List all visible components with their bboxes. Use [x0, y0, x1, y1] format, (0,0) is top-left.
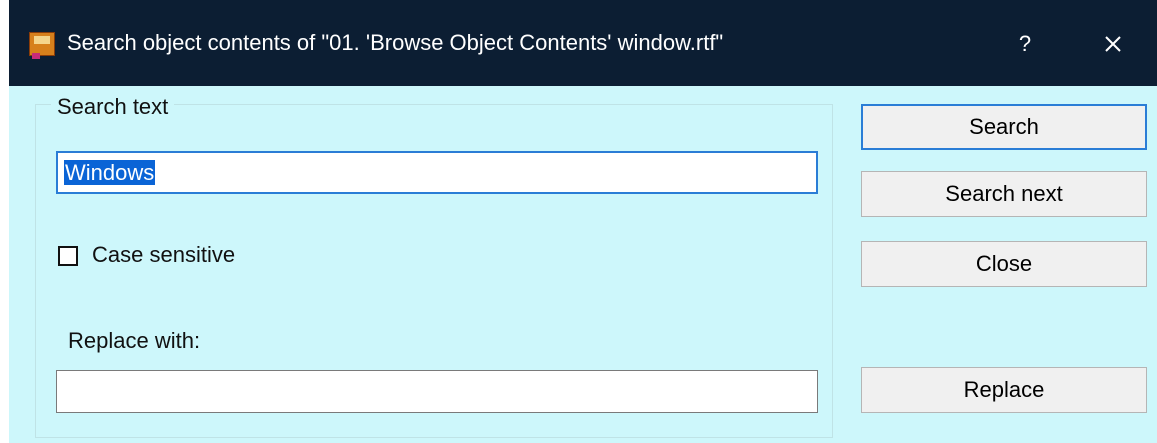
replace-with-label: Replace with:: [68, 328, 201, 353]
replace-input[interactable]: [56, 370, 818, 413]
replace-button[interactable]: Replace: [861, 367, 1147, 413]
search-input[interactable]: Windows: [56, 151, 818, 194]
title-bar[interactable]: Search object contents of "01. 'Browse O…: [9, 0, 1157, 86]
search-input-selected-text: Windows: [64, 160, 156, 185]
case-sensitive-label[interactable]: Case sensitive: [92, 242, 235, 268]
window-title: Search object contents of "01. 'Browse O…: [67, 30, 724, 55]
help-button[interactable]: ?: [1003, 22, 1047, 66]
search-button[interactable]: Search: [861, 104, 1147, 150]
close-button[interactable]: Close: [861, 241, 1147, 287]
search-next-button[interactable]: Search next: [861, 171, 1147, 217]
close-x-icon: [1105, 36, 1121, 52]
search-text-group-label: Search text: [51, 94, 175, 120]
close-window-button[interactable]: [1089, 22, 1137, 66]
case-sensitive-checkbox[interactable]: [58, 246, 78, 266]
search-dialog: Search object contents of "01. 'Browse O…: [9, 0, 1157, 443]
app-document-icon: [29, 32, 55, 59]
